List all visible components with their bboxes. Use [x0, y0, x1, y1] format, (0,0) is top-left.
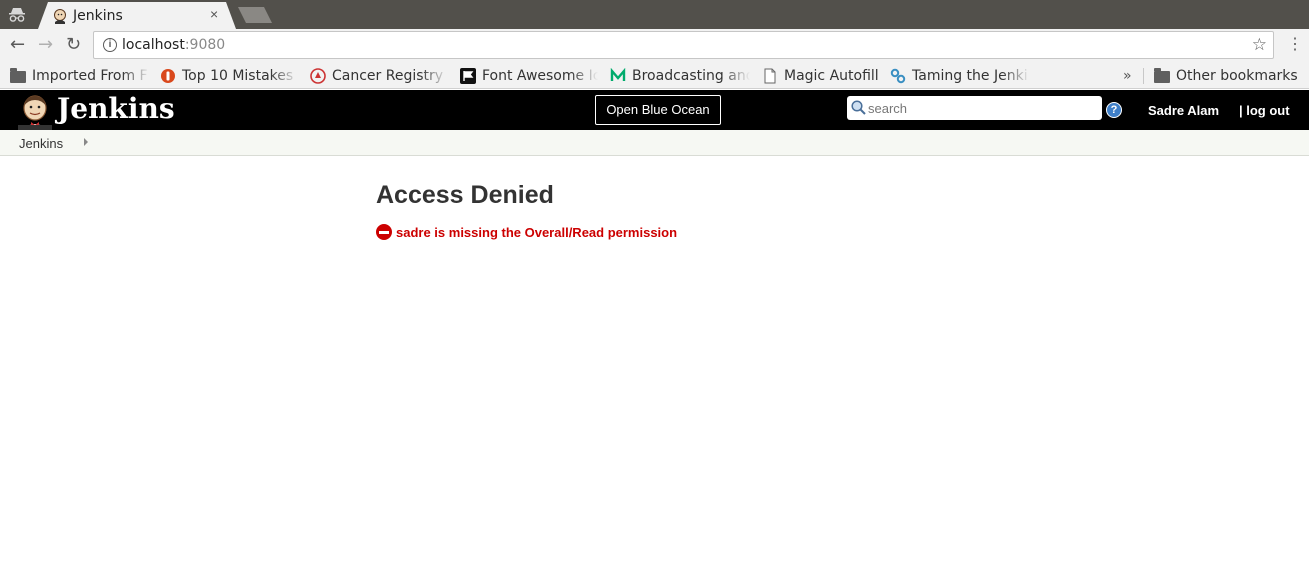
browser-tab-jenkins[interactable]: Jenkins ×: [38, 2, 236, 29]
close-tab-icon[interactable]: ×: [210, 6, 218, 22]
error-icon: [376, 224, 392, 240]
help-icon[interactable]: ?: [1106, 102, 1122, 118]
bookmark-label: Imported From F: [32, 68, 148, 84]
error-text: sadre is missing the Overall/Read permis…: [396, 224, 678, 240]
red-circle-icon: [161, 69, 175, 83]
breadcrumb-item-jenkins[interactable]: Jenkins: [19, 136, 63, 151]
reload-icon[interactable]: ↻: [66, 36, 81, 54]
search-box: [847, 96, 1102, 120]
back-arrow-icon[interactable]: ←: [10, 36, 25, 54]
bookmark-taming-jenkins[interactable]: Taming the Jenki: [890, 67, 1030, 85]
bookmark-imported[interactable]: Imported From F: [10, 67, 150, 85]
info-icon[interactable]: i: [103, 38, 117, 52]
error-message: sadre is missing the Overall/Read permis…: [376, 224, 677, 240]
bookmark-top10[interactable]: Top 10 Mistakes f: [160, 67, 298, 85]
open-blue-ocean-button[interactable]: Open Blue Ocean: [595, 95, 721, 125]
bookmark-label: Top 10 Mistakes f: [182, 68, 298, 84]
bookmarks-overflow-icon[interactable]: »: [1123, 67, 1132, 85]
bookmarks-bar: Imported From F Top 10 Mistakes f Cancer…: [0, 62, 1309, 89]
link-icon: [890, 68, 906, 84]
tab-title: Jenkins: [73, 8, 123, 24]
url-host: localhost: [122, 37, 185, 53]
incognito-icon: [9, 8, 25, 22]
jenkins-logo-icon[interactable]: [18, 94, 52, 130]
bookmark-cancer-registry[interactable]: Cancer Registry F: [310, 67, 448, 85]
bookmark-font-awesome[interactable]: Font Awesome Ic: [460, 67, 598, 85]
bookmarks-divider: [1143, 68, 1144, 84]
browser-toolbar: ← → ↻ i localhost:9080 ☆ ⋮: [0, 29, 1309, 62]
browser-tabstrip: Jenkins ×: [0, 0, 1309, 29]
search-input[interactable]: [868, 98, 1096, 118]
search-icon: [851, 100, 866, 115]
jenkins-favicon-icon: [54, 9, 66, 24]
medium-icon: [610, 68, 626, 81]
folder-icon: [1154, 68, 1170, 84]
jenkins-header: Jenkins Open Blue Ocean ? Sadre Alam | l…: [0, 90, 1309, 130]
folder-icon: [10, 68, 26, 84]
jenkins-title[interactable]: Jenkins: [57, 92, 175, 125]
bookmark-magic-autofill[interactable]: Magic Autofill: [762, 67, 882, 85]
flag-icon: [460, 68, 476, 84]
bookmark-broadcasting[interactable]: Broadcasting and: [610, 67, 750, 85]
bookmark-label: Other bookmarks: [1176, 68, 1298, 84]
bookmark-label: Font Awesome Ic: [482, 68, 598, 84]
url-port: :9080: [184, 37, 226, 53]
bookmark-other[interactable]: Other bookmarks: [1154, 67, 1304, 85]
address-bar[interactable]: i localhost:9080 ☆: [93, 31, 1274, 59]
bookmark-label: Taming the Jenki: [912, 68, 1028, 84]
bookmark-label: Broadcasting and: [632, 68, 750, 84]
breadcrumb-arrow-icon[interactable]: [84, 138, 88, 146]
logout-link[interactable]: | log out: [1239, 103, 1290, 118]
user-link[interactable]: Sadre Alam: [1148, 103, 1219, 118]
page-title: Access Denied: [376, 181, 554, 209]
url-text[interactable]: localhost:9080: [122, 37, 225, 53]
forward-arrow-icon[interactable]: →: [38, 36, 53, 54]
browser-menu-icon[interactable]: ⋮: [1287, 37, 1303, 53]
breadcrumb: Jenkins: [0, 130, 1309, 156]
bookmark-label: Magic Autofill: [784, 68, 879, 84]
registry-icon: [310, 68, 326, 84]
page-icon: [764, 68, 776, 84]
bookmark-label: Cancer Registry F: [332, 68, 448, 84]
bookmark-star-icon[interactable]: ☆: [1252, 35, 1267, 55]
new-tab-button[interactable]: [238, 7, 272, 23]
